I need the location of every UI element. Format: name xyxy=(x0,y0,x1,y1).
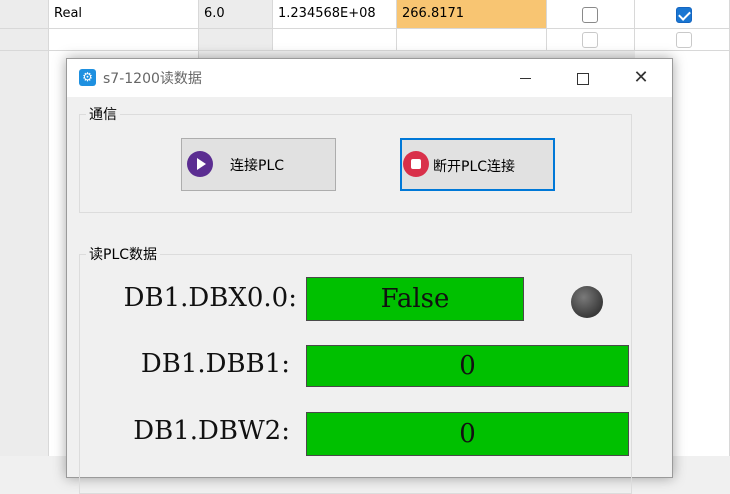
close-button[interactable]: ✕ xyxy=(612,59,670,97)
status-led-indicator xyxy=(571,286,603,318)
read-data-dialog: ⚙ s7-1200读数据 ✕ 通信 连接PLC 断开PLC连接 读PLC数据 D… xyxy=(66,58,673,494)
dbx-value-field[interactable]: False xyxy=(306,277,524,321)
checkbox-cell[interactable] xyxy=(547,0,635,29)
dbw-value-field[interactable]: 0 xyxy=(306,412,629,456)
row-header[interactable] xyxy=(0,0,49,29)
table-cell[interactable] xyxy=(397,29,547,51)
type-cell[interactable]: Real xyxy=(49,0,199,29)
checkbox-cell[interactable] xyxy=(635,29,730,51)
checkbox-cell[interactable] xyxy=(635,0,730,29)
disconnect-plc-label: 断开PLC连接 xyxy=(433,159,516,175)
connect-plc-button[interactable]: 连接PLC xyxy=(181,138,336,191)
read-plc-data-group-label: 读PLC数据 xyxy=(86,244,161,264)
offset-cell[interactable]: 6.0 xyxy=(199,0,273,29)
table-cell[interactable] xyxy=(49,29,199,51)
table-cell[interactable] xyxy=(273,29,397,51)
table-row[interactable]: Real 6.0 1.234568E+08 266.8171 xyxy=(0,0,730,29)
dbb-address-label: DB1.DBB1: xyxy=(140,349,290,379)
row-header[interactable] xyxy=(0,29,49,51)
window-title: s7-1200读数据 xyxy=(103,71,202,87)
title-bar[interactable]: ⚙ s7-1200读数据 ✕ xyxy=(67,59,672,97)
row-checkbox[interactable] xyxy=(582,7,598,23)
value-cell[interactable]: 1.234568E+08 xyxy=(273,0,397,29)
communication-group-label: 通信 xyxy=(86,104,120,124)
stop-icon xyxy=(403,151,429,177)
row-checkbox[interactable] xyxy=(582,32,598,48)
dbb-value-field[interactable]: 0 xyxy=(306,345,629,387)
connect-plc-label: 连接PLC xyxy=(230,158,285,174)
dbw-address-label: DB1.DBW2: xyxy=(133,416,290,446)
row-header xyxy=(0,51,49,456)
table-cell[interactable] xyxy=(199,29,273,51)
row-checkbox[interactable] xyxy=(676,32,692,48)
checkbox-cell[interactable] xyxy=(547,29,635,51)
row-checkbox-checked[interactable] xyxy=(676,7,692,23)
close-icon: ✕ xyxy=(633,67,649,88)
monitor-value-cell[interactable]: 266.8171 xyxy=(397,0,547,29)
minimize-button[interactable] xyxy=(496,59,554,97)
dbx-address-label: DB1.DBX0.0: xyxy=(123,283,297,313)
maximize-button[interactable] xyxy=(554,59,612,97)
play-icon xyxy=(187,151,213,177)
table-row[interactable] xyxy=(0,29,730,51)
gear-icon: ⚙ xyxy=(79,69,96,86)
disconnect-plc-button[interactable]: 断开PLC连接 xyxy=(400,138,555,191)
maximize-icon xyxy=(577,72,589,85)
minimize-icon xyxy=(519,78,531,79)
